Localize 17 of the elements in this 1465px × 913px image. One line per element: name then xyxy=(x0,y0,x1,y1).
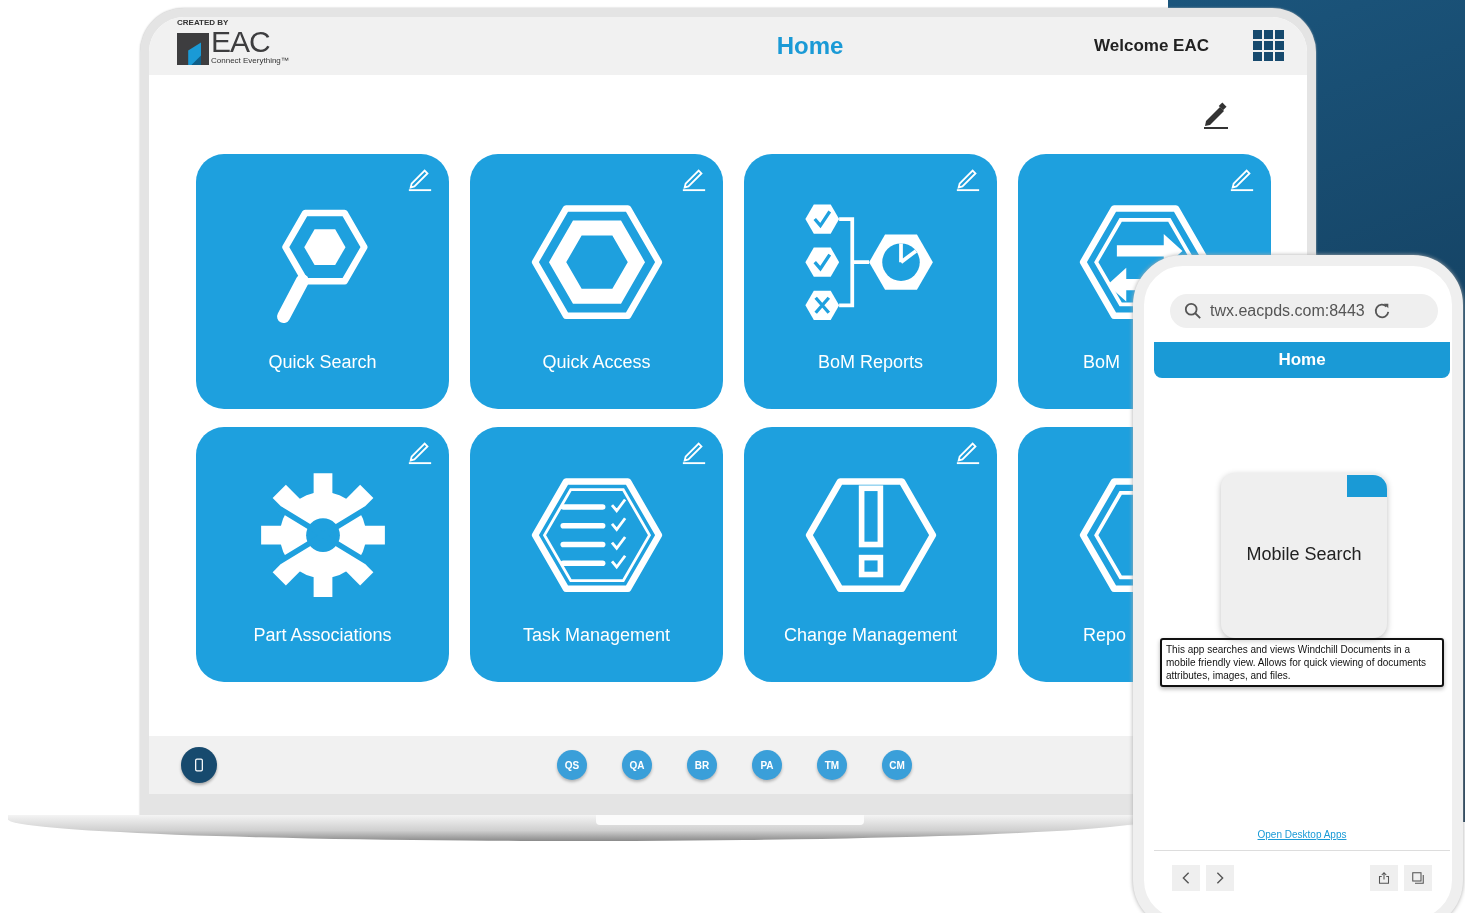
logo-caption: CREATED BY xyxy=(177,17,229,27)
tile-label: Task Management xyxy=(522,625,671,646)
url-text: twx.eacpds.com:8443 xyxy=(1210,302,1365,320)
logo-name: EAC xyxy=(211,27,270,56)
tile-label: Repo xyxy=(1082,625,1127,646)
tooltip: This app searches and views Windchill Documents in a mobile friendly view. Allows for quick viewing of documents attributes, images, and files. xyxy=(1160,638,1444,687)
page-title: Home xyxy=(775,32,845,60)
tile-label: Change Management xyxy=(783,625,958,646)
app-card-title: Mobile Search xyxy=(1246,543,1362,565)
tile-label: BoM Reports xyxy=(817,352,923,373)
logo-tagline: Connect Everything™ xyxy=(211,55,289,65)
welcome-text: Welcome EAC xyxy=(1094,36,1209,56)
tile-label: BoM xyxy=(1082,352,1120,373)
title-bar: Home xyxy=(1154,342,1450,378)
tile-label: Part Associations xyxy=(253,625,392,646)
tile-label: Quick Access xyxy=(542,352,651,373)
tile-label: Quick Search xyxy=(268,352,377,373)
